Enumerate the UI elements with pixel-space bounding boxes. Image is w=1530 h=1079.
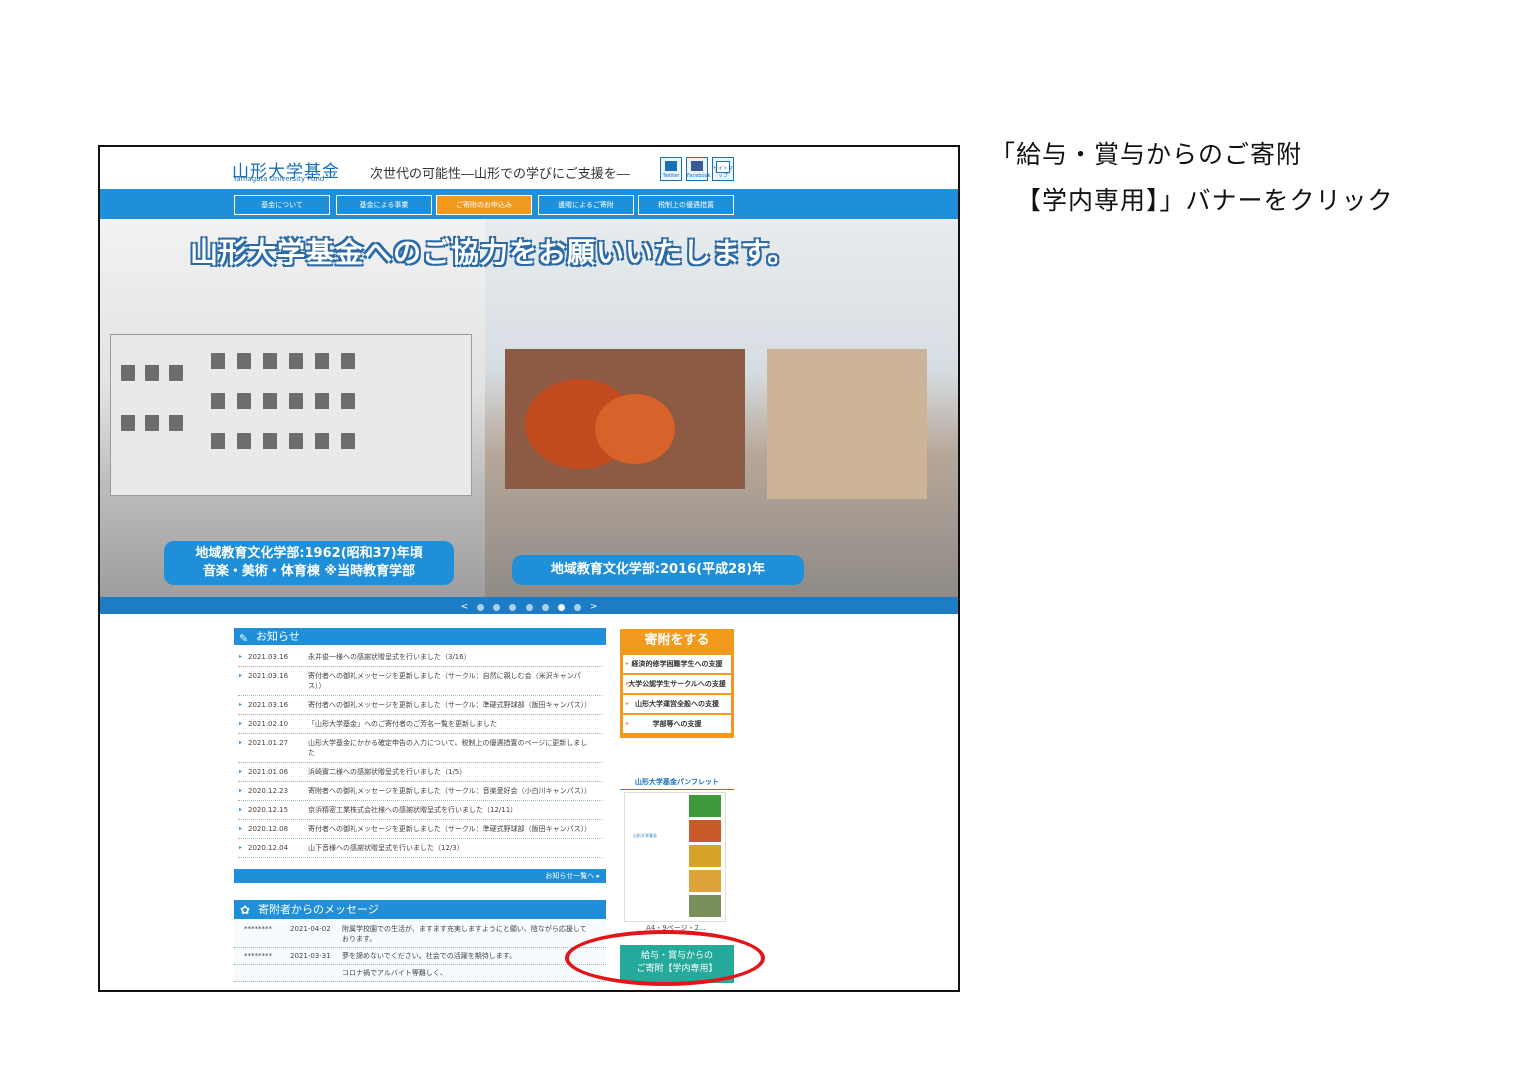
nav-item-bequest[interactable]: 遺贈によるご寄附 — [538, 195, 634, 215]
hero-slider[interactable]: 山形大学基金へのご協力をお願いいたします。 地域教育文化学部:1962(昭和37… — [100, 219, 958, 597]
message-row: ******** 2021-04-02 附属学校園での生活が、ますます充実しますよう… — [234, 921, 606, 948]
news-item[interactable]: 2020.12.23寄附者への御礼メッセージを更新しました（サークル：音楽愛好会… — [238, 782, 602, 801]
main-nav: 基金について 基金による事業 ご寄附のお申込み 遺贈によるご寄附 税制上の優遇措… — [100, 189, 958, 219]
messages-heading: ✿ 寄附者からのメッセージ — [234, 900, 606, 919]
highlight-ellipse — [565, 930, 765, 986]
nav-item-tax[interactable]: 税制上の優遇措置 — [638, 195, 734, 215]
facebook-icon[interactable]: Facebook — [686, 157, 711, 181]
instruction-line-1: 「給与・賞与からのご寄附 — [990, 140, 1303, 169]
triangle-right-icon: ▸ — [626, 720, 630, 727]
pamphlet-logo: 山形大学基金 — [633, 833, 657, 838]
triangle-right-icon: ▸ — [626, 700, 630, 707]
slider-prev-arrow[interactable]: < — [461, 599, 469, 616]
site-header: 山形大学基金 Yamagata University Fund 次世代の可能性―… — [100, 147, 958, 189]
slider-dot[interactable] — [477, 604, 485, 611]
website-screenshot: 山形大学基金 Yamagata University Fund 次世代の可能性―… — [98, 145, 960, 992]
news-item[interactable]: 2020.12.15京浜精密工業株式会社様への感謝状贈呈式を行いました（12/1… — [238, 801, 602, 820]
donate-item-scholarship[interactable]: ▸ 経済的修学困難学生への支援 — [623, 655, 731, 673]
news-more-link[interactable]: お知らせ一覧へ ▸ — [234, 869, 606, 883]
news-item[interactable]: 2020.12.04山下音様への感謝状贈呈式を行いました（12/3） — [238, 839, 602, 858]
hero-caption-left: 地域教育文化学部:1962(昭和37)年頃 音楽・美術・体育棟 ※当時教育学部 — [164, 541, 454, 585]
news-item[interactable]: 2021.01.27山形大学基金にかかる確定申告の入力について、税制上の優遇措置… — [238, 734, 602, 763]
sitemap-icon[interactable]: サイトマップ — [712, 157, 734, 181]
pen-icon: ✎ — [239, 632, 249, 645]
slider-dot[interactable] — [493, 604, 501, 611]
news-item[interactable]: 2021.03.16寄付者への御礼メッセージを更新しました（サークル：準硬式野球… — [238, 696, 602, 715]
news-item[interactable]: 2021.02.10「山形大学基金」へのご寄付者のご芳名一覧を更新しました — [238, 715, 602, 734]
site-tagline: 次世代の可能性―山形での学びにご支援を― — [370, 167, 630, 182]
pamphlet-heading: 山形大学基金パンフレット — [620, 777, 734, 790]
nav-item-apply[interactable]: ご寄附のお申込み — [436, 195, 532, 215]
message-row: ******** 2021-03-31 夢を諦めないでください。社会での活躍を期待し… — [234, 948, 606, 965]
slider-dot[interactable] — [525, 604, 533, 611]
slider-dot[interactable] — [541, 604, 549, 611]
twitter-icon[interactable]: Twitter — [660, 157, 682, 181]
instruction-line-2: 【学内専用】」バナーをクリック — [1016, 186, 1394, 215]
slider-next-arrow[interactable]: > — [590, 599, 598, 616]
instruction-text: 「給与・賞与からのご寄附 【学内専用】」バナーをクリック — [990, 132, 1394, 224]
news-item[interactable]: 2020.12.08寄付者への御礼メッセージを更新しました（サークル：準硬式野球… — [238, 820, 602, 839]
donate-item-circle[interactable]: ▸ 大学公認学生サークルへの支援 — [623, 675, 731, 693]
slider-controls: < > — [100, 597, 958, 614]
news-item[interactable]: 2021.03.16寄付者への御礼メッセージを更新しました（サークル：自然に親し… — [238, 667, 602, 696]
news-item[interactable]: 2021.01.06浜崎實二様への感謝状贈呈式を行いました（1/5） — [238, 763, 602, 782]
message-row: コロナ禍でアルバイト等難しく、 — [234, 965, 606, 982]
news-heading: ✎ お知らせ — [234, 628, 606, 645]
slider-dot[interactable] — [573, 604, 581, 611]
news-list: 2021.03.16永井俊一様への感謝状贈呈式を行いました（3/16） 2021… — [238, 648, 602, 858]
donate-item-faculty[interactable]: ▸ 学部等への支援 — [623, 715, 731, 733]
hero-title: 山形大学基金へのご協力をお願いいたします。 — [190, 236, 797, 269]
site-logo-english: Yamagata University Fund — [233, 175, 325, 183]
messages-list: ******** 2021-04-02 附属学校園での生活が、ますます充実しますよう… — [234, 921, 606, 982]
donate-menu: ▸ 経済的修学困難学生への支援 ▸ 大学公認学生サークルへの支援 ▸ 山形大学運営全般… — [620, 653, 734, 738]
nav-item-projects[interactable]: 基金による事業 — [336, 195, 432, 215]
triangle-right-icon: ▸ — [626, 660, 630, 667]
nav-item-about[interactable]: 基金について — [234, 195, 330, 215]
hero-photo-new — [485, 219, 958, 597]
triangle-right-icon: ▸ — [626, 680, 630, 687]
hero-caption-right: 地域教育文化学部:2016(平成28)年 — [512, 555, 804, 585]
news-item[interactable]: 2021.03.16永井俊一様への感謝状贈呈式を行いました（3/16） — [238, 648, 602, 667]
pamphlet-thumbnail[interactable]: 山形大学基金 — [624, 792, 726, 922]
donate-heading[interactable]: 寄附をする — [620, 629, 734, 653]
slider-dot-active[interactable] — [557, 604, 565, 611]
flower-icon: ✿ — [240, 903, 251, 917]
slider-dot[interactable] — [509, 604, 517, 611]
donate-item-general[interactable]: ▸ 山形大学運営全般への支援 — [623, 695, 731, 713]
